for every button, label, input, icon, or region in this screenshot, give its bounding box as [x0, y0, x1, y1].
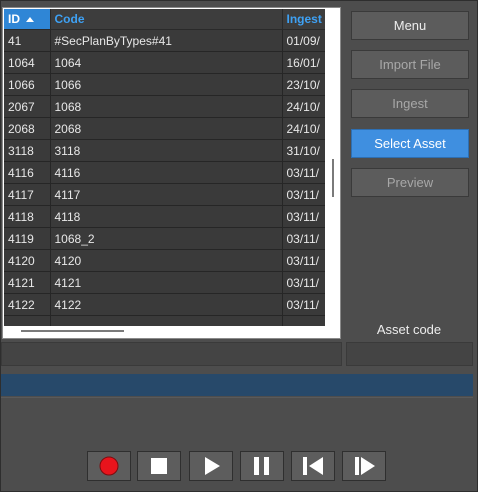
- cell-ingest: 03/11/: [282, 249, 325, 272]
- table-row[interactable]: 4120 4120 03/11/: [4, 249, 325, 272]
- record-icon: [99, 456, 119, 476]
- cell-code: #SecPlanByTypes#41: [50, 29, 283, 52]
- table-row[interactable]: 1066 1066 23/10/: [4, 73, 325, 96]
- cell-ingest: 23/10/: [282, 73, 325, 96]
- preview-button[interactable]: Preview: [351, 168, 469, 197]
- step-forward-icon: [355, 457, 375, 475]
- grid-info-field[interactable]: [1, 342, 342, 366]
- cell-ingest: 03/11/: [282, 161, 325, 184]
- cell-ingest: 24/10/: [282, 95, 325, 118]
- progress-bar: [1, 374, 473, 396]
- cell-id: 3118: [4, 139, 51, 162]
- cell-code: [50, 315, 283, 326]
- pause-icon: [254, 457, 269, 475]
- asset-code-field[interactable]: [346, 342, 473, 366]
- table-row[interactable]: 1064 1064 16/01/: [4, 51, 325, 74]
- cell-ingest: 31/10/: [282, 139, 325, 162]
- step-back-button[interactable]: [291, 451, 335, 481]
- divider: [1, 397, 473, 398]
- table-row[interactable]: 4121 4121 03/11/: [4, 271, 325, 294]
- cell-ingest: 01/09/: [282, 29, 325, 52]
- cell-code: 4122: [50, 293, 283, 316]
- cell-code: 1064: [50, 51, 283, 74]
- table-row[interactable]: 2068 2068 24/10/: [4, 117, 325, 140]
- cell-code: 4118: [50, 205, 283, 228]
- cell-id: 2067: [4, 95, 51, 118]
- cell-id: [4, 315, 51, 326]
- cell-code: 1066: [50, 73, 283, 96]
- vertical-scroll-thumb[interactable]: [332, 159, 334, 197]
- table-row[interactable]: 4122 4122 03/11/: [4, 293, 325, 316]
- asset-grid-viewport: ID Code Ingest 41 #SecPlanByTypes#41 01/09…: [4, 9, 325, 326]
- table-row[interactable]: 4118 4118 03/11/: [4, 205, 325, 228]
- cell-code: 1068_2: [50, 227, 283, 250]
- import-file-button[interactable]: Import File: [351, 50, 469, 79]
- asset-grid: ID Code Ingest 41 #SecPlanByTypes#41 01/09…: [2, 7, 341, 339]
- play-icon: [205, 457, 220, 475]
- menu-button[interactable]: Menu: [351, 11, 469, 40]
- cell-code: 2068: [50, 117, 283, 140]
- cell-ingest: 03/11/: [282, 227, 325, 250]
- cell-code: 4117: [50, 183, 283, 206]
- cell-id: 41: [4, 29, 51, 52]
- cell-id: 4119: [4, 227, 51, 250]
- step-back-icon: [303, 457, 323, 475]
- cell-id: 4121: [4, 271, 51, 294]
- record-button[interactable]: [87, 451, 131, 481]
- table-body: 41 #SecPlanByTypes#41 01/09/1064 1064 16/01/…: [4, 29, 325, 326]
- cell-id: 4118: [4, 205, 51, 228]
- cell-code: 4121: [50, 271, 283, 294]
- horizontal-scroll-thumb[interactable]: [21, 330, 124, 332]
- cell-id: 4116: [4, 161, 51, 184]
- horizontal-scrollbar[interactable]: [4, 326, 325, 338]
- cell-code: 4116: [50, 161, 283, 184]
- cell-id: 4120: [4, 249, 51, 272]
- cell-code: 1068: [50, 95, 283, 118]
- cell-code: 3118: [50, 139, 283, 162]
- cell-id: 1066: [4, 73, 51, 96]
- asset-code-label: Asset code: [376, 322, 442, 337]
- ingest-button[interactable]: Ingest: [351, 89, 469, 118]
- stop-icon: [151, 458, 167, 474]
- table-row[interactable]: 4116 4116 03/11/: [4, 161, 325, 184]
- cell-ingest: 03/11/: [282, 183, 325, 206]
- vertical-scrollbar[interactable]: [326, 9, 340, 325]
- stop-button[interactable]: [137, 451, 181, 481]
- column-header-id-label: ID: [8, 12, 20, 26]
- cell-ingest: 03/11/: [282, 205, 325, 228]
- cell-ingest: 24/10/: [282, 117, 325, 140]
- cell-id: 1064: [4, 51, 51, 74]
- column-header-id[interactable]: ID: [4, 9, 51, 30]
- cell-id: 4117: [4, 183, 51, 206]
- cell-ingest: 16/01/: [282, 51, 325, 74]
- asset-table: ID Code Ingest 41 #SecPlanByTypes#41 01/09…: [4, 9, 325, 326]
- table-row[interactable]: 3118 3118 31/10/: [4, 139, 325, 162]
- cell-id: 2068: [4, 117, 51, 140]
- table-row[interactable]: 4117 4117 03/11/: [4, 183, 325, 206]
- table-row[interactable]: 4119 1068_2 03/11/: [4, 227, 325, 250]
- table-row[interactable]: 41 #SecPlanByTypes#41 01/09/: [4, 29, 325, 52]
- cell-ingest: 03/11/: [282, 271, 325, 294]
- select-asset-button[interactable]: Select Asset: [351, 129, 469, 158]
- step-forward-button[interactable]: [342, 451, 386, 481]
- cell-ingest: 03/11/: [282, 293, 325, 316]
- table-header-row: ID Code Ingest: [4, 9, 325, 30]
- sort-ascending-icon: [26, 17, 34, 23]
- cell-ingest: [282, 315, 325, 326]
- play-button[interactable]: [189, 451, 233, 481]
- table-row[interactable]: [4, 315, 325, 326]
- cell-code: 4120: [50, 249, 283, 272]
- pause-button[interactable]: [240, 451, 284, 481]
- column-header-ingest[interactable]: Ingest: [282, 9, 325, 30]
- cell-id: 4122: [4, 293, 51, 316]
- column-header-code[interactable]: Code: [50, 9, 283, 30]
- table-row[interactable]: 2067 1068 24/10/: [4, 95, 325, 118]
